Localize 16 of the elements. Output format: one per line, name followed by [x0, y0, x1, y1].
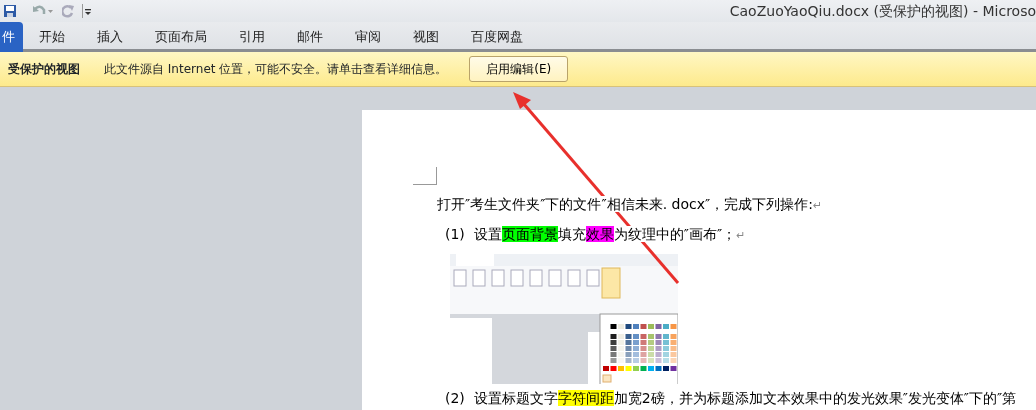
ribbon-tab[interactable]: 引用 [223, 22, 281, 52]
ribbon-tab[interactable]: 插入 [81, 22, 139, 52]
protected-view-message: 此文件源自 Internet 位置，可能不安全。请单击查看详细信息。 [104, 61, 448, 78]
ribbon-tab[interactable]: 审阅 [339, 22, 397, 52]
file-tab[interactable]: 件 [0, 22, 23, 52]
ribbon-tab[interactable]: 页面布局 [139, 22, 223, 52]
margin-corner-mark [413, 167, 437, 185]
ribbon-tab[interactable]: 百度网盘 [455, 22, 539, 52]
enable-editing-button[interactable]: 启用编辑(E) [469, 56, 569, 82]
save-icon[interactable] [4, 4, 16, 18]
ribbon-tab[interactable]: 视图 [397, 22, 455, 52]
customize-toolbar-icon[interactable] [82, 4, 92, 18]
window-title: CaoZuoYaoQiu.docx (受保护的视图) - Microso [729, 1, 1036, 21]
ribbon-tab[interactable]: 邮件 [281, 22, 339, 52]
protected-view-title: 受保护的视图 [8, 61, 80, 78]
ribbon-tab[interactable]: 开始 [23, 22, 81, 52]
